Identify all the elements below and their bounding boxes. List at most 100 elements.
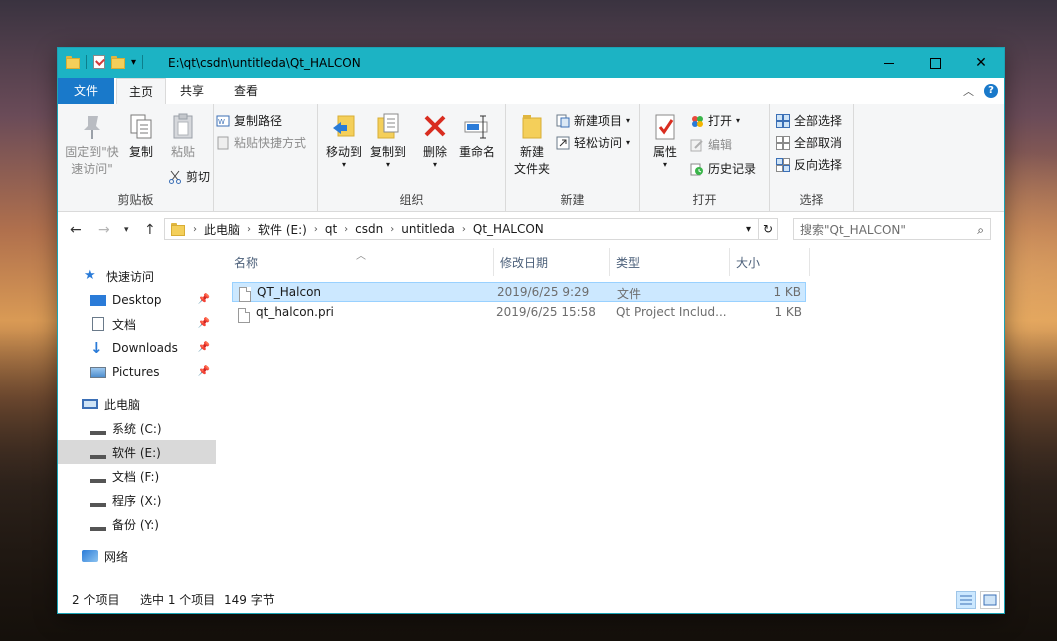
nav-downloads[interactable]: ↓ Downloads 📌 [58,336,216,360]
title-bar[interactable]: ▾ E:\qt\csdn\untitleda\Qt_HALCON ✕ [58,48,1004,78]
file-list: 名称 ︿ 修改日期 类型 大小 QT_Halcon 2019/6/25 9:29… [218,246,1004,586]
divider [86,55,87,69]
tab-share[interactable]: 共享 [170,78,214,104]
file-row[interactable]: QT_Halcon 2019/6/25 9:29 文件 1 KB [232,282,806,302]
drive-icon [90,449,106,459]
refresh-icon: ↻ [762,222,774,236]
breadcrumb-separator: › [313,223,318,235]
pictures-icon [90,366,106,378]
edit-button[interactable]: 编辑 [690,136,732,153]
easy-access-button[interactable]: 轻松访问 ▾ [556,134,630,151]
address-bar[interactable]: › 此电脑 › 软件 (E:) › qt › csdn › untitleda … [164,218,778,240]
nav-drive-c[interactable]: 系统 (C:) [58,416,216,440]
refresh-button[interactable]: ↻ [758,218,778,240]
status-bar: 2 个项目 选中 1 个项目 149 字节 [58,586,1004,613]
details-view-button[interactable] [956,591,976,609]
folder-icon [171,222,185,236]
close-button[interactable]: ✕ [958,48,1004,78]
breadcrumb-untitleda[interactable]: untitleda [396,222,460,236]
breadcrumb-separator: › [390,223,395,235]
new-item-button[interactable]: 新建项目 ▾ [556,112,630,129]
file-row[interactable]: qt_halcon.pri 2019/6/25 15:58 Qt Project… [232,303,806,323]
tab-file[interactable]: 文件 [58,78,114,104]
breadcrumb-qt[interactable]: qt [320,222,342,236]
open-group-title: 打开 [692,193,717,207]
history-button[interactable]: 历史记录 [690,160,756,177]
breadcrumb-separator: › [344,223,349,235]
copy-to-button[interactable]: 复制到 ▾ [366,112,410,169]
details-view-icon [960,595,972,605]
delete-button[interactable]: 删除 ▾ [420,112,450,169]
nav-this-pc-label: 此电脑 [104,397,141,412]
select-none-label: 全部取消 [794,136,843,150]
selected-size: 149 字节 [224,593,275,607]
nav-documents[interactable]: 文档 📌 [58,312,216,336]
nav-desktop[interactable]: Desktop 📌 [58,288,216,312]
breadcrumb-qt-halcon[interactable]: Qt_HALCON [468,222,549,236]
nav-drive-f-label: 文档 (F:) [112,469,160,484]
nav-drive-x-label: 程序 (X:) [112,493,162,508]
select-all-button[interactable]: 全部选择 [776,112,842,129]
nav-documents-label: 文档 [112,317,137,332]
minimize-button[interactable] [866,48,912,78]
ribbon: 固定到"快 速访问" 复制 粘贴 W 复制路径 粘贴快捷方式 剪切 剪贴板 移动… [58,104,1004,212]
collapse-ribbon-icon[interactable]: ︿ [963,83,974,99]
new-folder-label: 新建 文件夹 [513,145,550,176]
breadcrumb-csdn[interactable]: csdn [350,222,388,236]
maximize-button[interactable] [912,48,958,78]
breadcrumb-drive-e[interactable]: 软件 (E:) [253,221,312,238]
invert-selection-button[interactable]: 反向选择 [776,156,842,173]
nav-quick-access[interactable]: ★ 快速访问 [58,264,216,288]
column-header-size[interactable]: 大小 [730,248,810,276]
cut-button[interactable]: 剪切 [168,168,210,185]
move-to-button[interactable]: 移动到 ▾ [322,112,366,169]
large-icons-view-button[interactable] [980,591,1000,609]
tab-home[interactable]: 主页 [116,78,166,106]
nav-drive-x[interactable]: 程序 (X:) [58,488,216,512]
properties-button[interactable]: 属性 ▾ [648,112,682,169]
search-icon: ⌕ [977,223,984,237]
column-header-type[interactable]: 类型 [610,248,730,276]
customize-toolbar-icon[interactable]: ▾ [131,57,136,68]
column-header-name[interactable]: 名称 ︿ [218,248,494,276]
nav-network[interactable]: 网络 [58,544,216,568]
select-none-button[interactable]: 全部取消 [776,134,842,151]
nav-pictures[interactable]: Pictures 📌 [58,360,216,384]
open-label: 打开 [708,114,733,128]
folder-icon [66,55,80,69]
column-header-modified[interactable]: 修改日期 [494,248,610,276]
pin-quick-access-button[interactable]: 固定到"快 速访问" [64,112,120,178]
breadcrumb-this-pc[interactable]: 此电脑 [199,221,245,238]
new-item-label: 新建项目 [574,114,623,128]
paste-button[interactable]: 粘贴 [166,112,200,161]
tab-view[interactable]: 查看 [224,78,268,104]
window-title: E:\qt\csdn\untitleda\Qt_HALCON [168,56,361,70]
help-icon[interactable]: ? [984,84,998,98]
file-modified: 2019/6/25 15:58 [496,305,596,319]
nav-drive-e[interactable]: 软件 (E:) [58,440,216,464]
file-type: Qt Project Includ... [616,305,727,319]
new-item-icon [556,114,570,128]
breadcrumb-separator: › [247,223,252,235]
pri-file-icon [238,307,250,323]
address-dropdown-icon[interactable]: ▾ [746,224,751,235]
properties-quick-icon[interactable] [93,55,105,69]
recent-locations-icon[interactable]: ▾ [124,225,129,235]
forward-arrow-icon[interactable]: → [98,222,110,238]
open-icon [690,114,704,128]
nav-drive-y[interactable]: 备份 (Y:) [58,512,216,536]
new-folder-button[interactable]: 新建 文件夹 [510,112,554,178]
history-icon [690,162,704,176]
column-type-label: 类型 [616,255,641,270]
up-arrow-icon[interactable]: ↑ [144,222,156,238]
nav-drive-f[interactable]: 文档 (F:) [58,464,216,488]
new-folder-quick-icon[interactable] [111,55,125,69]
rename-button[interactable]: 重命名 [456,112,498,161]
nav-this-pc[interactable]: 此电脑 [58,392,216,416]
search-input[interactable]: 搜索"Qt_HALCON" ⌕ [793,218,991,240]
edit-icon [690,138,704,152]
back-arrow-icon[interactable]: ← [70,222,82,238]
copy-button[interactable]: 复制 [124,112,158,161]
open-button[interactable]: 打开 ▾ [690,112,740,129]
paste-icon [169,112,197,142]
